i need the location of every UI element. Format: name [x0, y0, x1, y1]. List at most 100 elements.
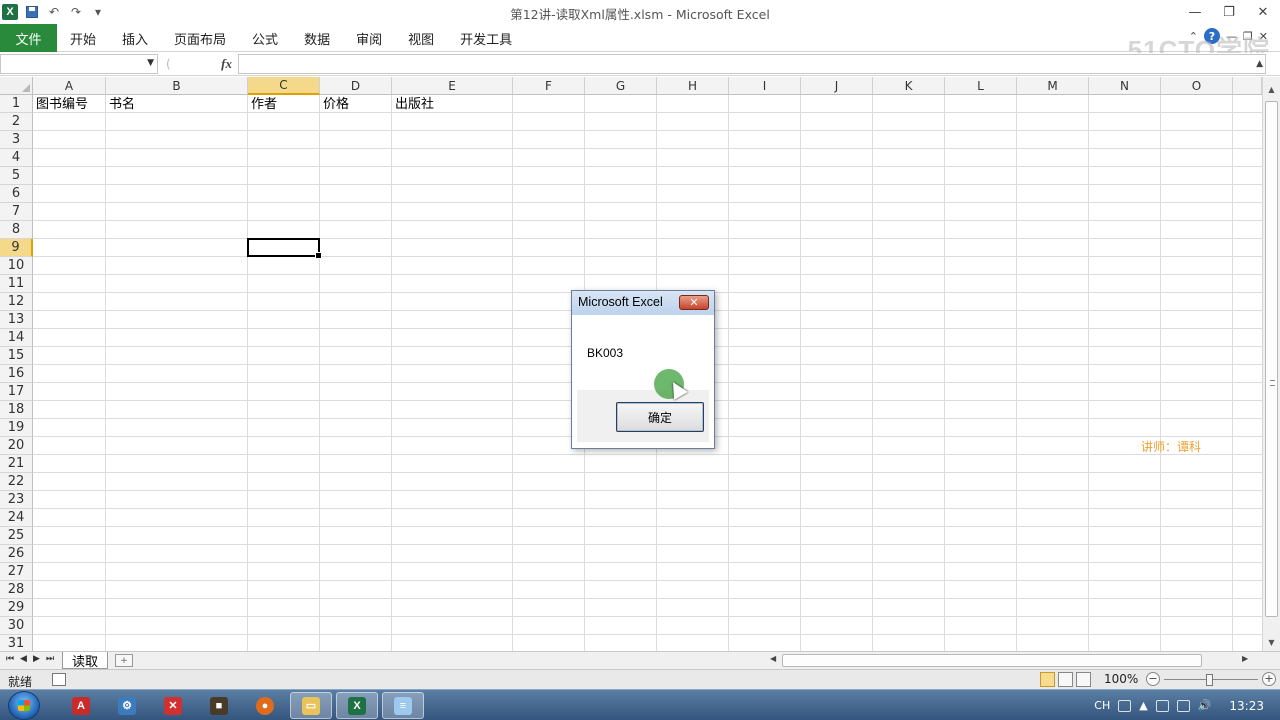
formula-input[interactable]: ▲ — [238, 54, 1266, 74]
tab-insert[interactable]: 插入 — [109, 24, 161, 52]
tab-file[interactable]: 文件 — [0, 24, 57, 52]
restore-button[interactable]: ❐ — [1212, 0, 1246, 24]
row-header-11[interactable]: 11 — [0, 275, 33, 293]
column-header-b[interactable]: B — [106, 77, 248, 95]
column-header-k[interactable]: K — [873, 77, 945, 95]
column-header-d[interactable]: D — [320, 77, 392, 95]
column-header-j[interactable]: J — [801, 77, 873, 95]
volume-icon[interactable]: 🔊 — [1198, 699, 1212, 712]
row-header-1[interactable]: 1 — [0, 95, 33, 113]
row-header-23[interactable]: 23 — [0, 491, 33, 509]
keyboard-icon[interactable] — [1118, 699, 1132, 712]
row-header-9[interactable]: 9 — [0, 239, 33, 257]
row-header-26[interactable]: 26 — [0, 545, 33, 563]
row-header-19[interactable]: 19 — [0, 419, 33, 437]
taskbar-app-explorer[interactable]: ▭ — [290, 692, 332, 719]
insert-function-button[interactable]: fx — [221, 56, 232, 72]
row-header-25[interactable]: 25 — [0, 527, 33, 545]
zoom-knob[interactable] — [1206, 674, 1213, 686]
column-header-o[interactable]: O — [1161, 77, 1233, 95]
zoom-out-icon[interactable]: − — [1146, 672, 1160, 686]
row-header-13[interactable]: 13 — [0, 311, 33, 329]
close-window-button[interactable]: ✕ — [1246, 0, 1280, 24]
row-header-28[interactable]: 28 — [0, 581, 33, 599]
tab-data[interactable]: 数据 — [291, 24, 343, 52]
tab-formulas[interactable]: 公式 — [239, 24, 291, 52]
row-header-5[interactable]: 5 — [0, 167, 33, 185]
start-button[interactable] — [8, 691, 40, 720]
row-header-20[interactable]: 20 — [0, 437, 33, 455]
scroll-down-icon[interactable]: ▼ — [1263, 634, 1280, 650]
column-header-a[interactable]: A — [33, 77, 106, 95]
taskbar-app-media[interactable]: ■ — [198, 692, 240, 719]
scroll-up-icon[interactable]: ▲ — [1263, 81, 1280, 97]
prev-sheet-icon[interactable]: ◀ — [20, 654, 27, 664]
row-header-3[interactable]: 3 — [0, 131, 33, 149]
macro-record-icon[interactable] — [52, 673, 66, 686]
column-header-f[interactable]: F — [513, 77, 585, 95]
row-header-18[interactable]: 18 — [0, 401, 33, 419]
tab-view[interactable]: 视图 — [395, 24, 447, 52]
column-header-partial[interactable] — [1233, 77, 1262, 95]
page-break-view-icon[interactable] — [1076, 672, 1091, 687]
taskbar-app-tool[interactable]: ⚙ — [106, 692, 148, 719]
row-header-17[interactable]: 17 — [0, 383, 33, 401]
tab-home[interactable]: 开始 — [57, 24, 109, 52]
cell-c1[interactable]: 作者 — [248, 96, 277, 113]
row-header-15[interactable]: 15 — [0, 347, 33, 365]
dialog-title-bar[interactable]: Microsoft Excel ✕ — [572, 291, 714, 315]
column-header-i[interactable]: I — [729, 77, 801, 95]
row-header-6[interactable]: 6 — [0, 185, 33, 203]
column-header-c[interactable]: C — [248, 77, 320, 95]
horizontal-scrollbar[interactable]: ◀ ▶ — [756, 653, 1262, 668]
first-sheet-icon[interactable]: ⏮ — [6, 654, 14, 664]
row-header-24[interactable]: 24 — [0, 509, 33, 527]
taskbar-app-notepad[interactable]: ≡ — [382, 692, 424, 719]
row-header-16[interactable]: 16 — [0, 365, 33, 383]
ok-button[interactable]: 确定 — [616, 402, 704, 432]
network-icon[interactable] — [1176, 699, 1190, 712]
minimize-button[interactable]: — — [1178, 0, 1212, 24]
tab-review[interactable]: 审阅 — [343, 24, 395, 52]
scroll-right-icon[interactable]: ▶ — [1242, 654, 1248, 663]
taskbar-app-excel[interactable]: X — [336, 692, 378, 719]
input-language[interactable]: CH — [1094, 699, 1110, 712]
zoom-in-icon[interactable]: + — [1262, 672, 1276, 686]
row-header-22[interactable]: 22 — [0, 473, 33, 491]
vertical-scrollbar[interactable]: ▲ ▼ — [1262, 77, 1280, 651]
vertical-scroll-thumb[interactable] — [1265, 101, 1278, 617]
dialog-close-button[interactable]: ✕ — [679, 295, 709, 310]
taskbar-clock[interactable]: 13:23 — [1229, 699, 1264, 713]
taskbar-app-pdf[interactable]: A — [60, 692, 102, 719]
cell-e1[interactable]: 出版社 — [392, 96, 434, 113]
column-header-e[interactable]: E — [392, 77, 513, 95]
column-header-m[interactable]: M — [1017, 77, 1089, 95]
row-header-31[interactable]: 31 — [0, 635, 33, 651]
row-header-14[interactable]: 14 — [0, 329, 33, 347]
horizontal-scroll-thumb[interactable] — [782, 654, 1202, 667]
row-header-10[interactable]: 10 — [0, 257, 33, 275]
column-header-l[interactable]: L — [945, 77, 1017, 95]
row-header-8[interactable]: 8 — [0, 221, 33, 239]
active-cell-c9[interactable] — [247, 238, 322, 259]
tab-page-layout[interactable]: 页面布局 — [161, 24, 239, 52]
next-sheet-icon[interactable]: ▶ — [33, 654, 40, 664]
row-header-27[interactable]: 27 — [0, 563, 33, 581]
column-header-g[interactable]: G — [585, 77, 657, 95]
insert-sheet-button[interactable]: + — [115, 654, 133, 667]
page-layout-view-icon[interactable] — [1058, 672, 1073, 687]
device-icon[interactable] — [1155, 699, 1169, 712]
chevron-down-icon[interactable]: ▼ — [147, 58, 154, 68]
row-header-21[interactable]: 21 — [0, 455, 33, 473]
row-header-12[interactable]: 12 — [0, 293, 33, 311]
cell-b1[interactable]: 书名 — [106, 96, 135, 113]
column-header-n[interactable]: N — [1089, 77, 1161, 95]
normal-view-icon[interactable] — [1040, 672, 1055, 687]
column-header-h[interactable]: H — [657, 77, 729, 95]
row-header-4[interactable]: 4 — [0, 149, 33, 167]
scroll-left-icon[interactable]: ◀ — [770, 654, 776, 663]
row-header-29[interactable]: 29 — [0, 599, 33, 617]
cell-d1[interactable]: 价格 — [320, 96, 349, 113]
cell-a1[interactable]: 图书编号 — [33, 96, 88, 113]
zoom-slider[interactable]: − + — [1146, 672, 1276, 688]
